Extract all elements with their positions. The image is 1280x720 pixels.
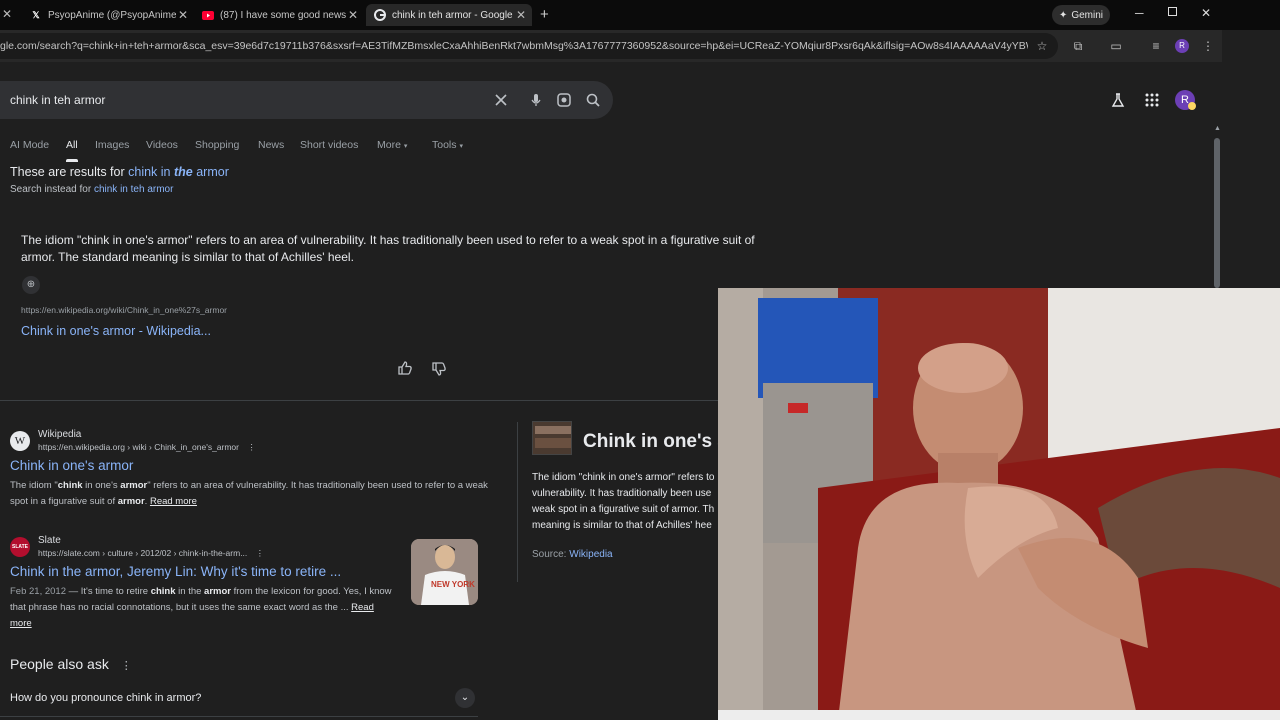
divider bbox=[0, 400, 718, 401]
tab-x[interactable]: 𝕏 PsyopAnime (@PsyopAnime) / ✕ bbox=[22, 4, 194, 26]
tab-strip: ✕ 𝕏 PsyopAnime (@PsyopAnime) / ✕ (87) I … bbox=[0, 0, 1280, 30]
labs-flask-icon[interactable] bbox=[1110, 92, 1126, 108]
panel-source: Source: Wikipedia bbox=[532, 549, 613, 560]
featured-snippet-text: The idiom "chink in one's armor" refers … bbox=[21, 233, 755, 264]
media-control-icon[interactable]: ≡ bbox=[1148, 38, 1164, 54]
featured-source-url: https://en.wikipedia.org/wiki/Chink_in_o… bbox=[21, 305, 227, 315]
panel-image bbox=[533, 422, 571, 454]
cast-icon[interactable]: ▭ bbox=[1108, 38, 1124, 54]
tab-close-icon[interactable]: ✕ bbox=[176, 8, 190, 22]
youtube-icon bbox=[202, 9, 214, 21]
panel-divider bbox=[517, 422, 518, 582]
panel-title: Chink in one's a bbox=[583, 431, 728, 452]
paa-question[interactable]: How do you pronounce chink in armor? bbox=[10, 692, 478, 704]
x-logo-icon: 𝕏 bbox=[32, 9, 40, 20]
read-more-link[interactable]: Read more bbox=[150, 496, 197, 507]
search-input[interactable]: chink in teh armor bbox=[10, 93, 105, 107]
close-window-icon[interactable]: ✕ bbox=[1201, 6, 1211, 20]
tab-close-icon[interactable]: ✕ bbox=[514, 8, 528, 22]
tab-images[interactable]: Images bbox=[95, 139, 129, 151]
scroll-up-arrow-icon[interactable]: ▲ bbox=[1214, 125, 1221, 132]
result-thumbnail[interactable]: NEW YORK bbox=[411, 539, 478, 605]
webcam-overlay bbox=[718, 288, 1280, 720]
tab-videos[interactable]: Videos bbox=[146, 139, 178, 151]
menu-dots-icon[interactable]: ⋮ bbox=[1200, 38, 1216, 54]
browser-toolbar: gle.com/search?q=chink+in+teh+armor&sca_… bbox=[0, 30, 1222, 62]
address-bar[interactable]: gle.com/search?q=chink+in+teh+armor&sca_… bbox=[0, 33, 1058, 59]
spelling-correction: These are results for chink in the armor bbox=[10, 165, 229, 179]
svg-text:NEW YORK: NEW YORK bbox=[431, 580, 475, 589]
result-site-name: Wikipedia bbox=[38, 429, 82, 440]
tab-google-search[interactable]: chink in teh armor - Google Se ✕ bbox=[366, 4, 532, 26]
new-tab-icon[interactable]: + bbox=[540, 6, 549, 23]
apps-grid-icon[interactable] bbox=[1145, 93, 1159, 107]
result-site-name: Slate bbox=[38, 535, 61, 546]
lens-icon[interactable] bbox=[555, 91, 573, 109]
thumbs-up-icon[interactable] bbox=[397, 360, 413, 376]
gemini-icon: ✦ bbox=[1058, 9, 1068, 21]
restore-icon[interactable] bbox=[1168, 7, 1177, 16]
webcam-feed bbox=[718, 288, 1280, 720]
tab-ai-mode[interactable]: AI Mode bbox=[10, 139, 49, 151]
divider bbox=[0, 716, 478, 717]
tab-close-icon[interactable]: ✕ bbox=[346, 8, 360, 22]
google-icon bbox=[374, 9, 386, 21]
result-snippet: Feb 21, 2012 — It's time to retire chink… bbox=[10, 586, 392, 629]
bookmark-star-icon[interactable]: ☆ bbox=[1034, 38, 1050, 54]
tab-shopping[interactable]: Shopping bbox=[195, 139, 239, 151]
active-tab-indicator bbox=[66, 159, 78, 162]
search-box[interactable]: chink in teh armor bbox=[0, 81, 613, 119]
microphone-icon[interactable] bbox=[527, 91, 545, 109]
corrected-query-link[interactable]: chink in the armor bbox=[128, 165, 229, 179]
tab-youtube[interactable]: (87) I have some good news an ✕ bbox=[194, 4, 364, 26]
wikipedia-favicon: W bbox=[10, 431, 30, 451]
more-options-icon[interactable]: ⋮ bbox=[247, 442, 256, 452]
globe-icon[interactable]: ⊕ bbox=[22, 276, 40, 294]
people-also-ask-heading: People also ask ⋮ bbox=[10, 656, 132, 672]
more-options-icon[interactable]: ⋮ bbox=[256, 548, 265, 558]
thumbs-down-icon[interactable] bbox=[431, 361, 447, 377]
more-options-icon[interactable]: ⋮ bbox=[121, 660, 132, 672]
url-text[interactable]: gle.com/search?q=chink+in+teh+armor&sca_… bbox=[0, 40, 1028, 52]
panel-source-link[interactable]: Wikipedia bbox=[569, 549, 612, 560]
tab-all[interactable]: All bbox=[66, 139, 78, 151]
jersey-photo: NEW YORK bbox=[411, 539, 478, 605]
result-title-link[interactable]: Chink in one's armor bbox=[10, 458, 133, 473]
result-url: https://en.wikipedia.org › wiki › Chink_… bbox=[38, 442, 256, 452]
gemini-button[interactable]: ✦ Gemini bbox=[1052, 5, 1110, 25]
profile-avatar[interactable]: R bbox=[1175, 39, 1189, 53]
tab-tools[interactable]: Tools ▾ bbox=[432, 139, 463, 151]
chevron-down-icon: ▾ bbox=[459, 143, 463, 150]
original-query-link[interactable]: chink in teh armor bbox=[94, 184, 173, 195]
tab-short-videos[interactable]: Short videos bbox=[300, 139, 358, 151]
tab-news[interactable]: News bbox=[258, 139, 284, 151]
chevron-down-icon[interactable]: ⌄ bbox=[455, 688, 475, 708]
panel-thumbnail[interactable] bbox=[532, 421, 572, 455]
search-icon[interactable] bbox=[584, 91, 602, 109]
minimize-icon[interactable]: ─ bbox=[1135, 6, 1144, 20]
scrollbar-thumb[interactable] bbox=[1214, 138, 1220, 288]
result-title-link[interactable]: Chink in the armor, Jeremy Lin: Why it's… bbox=[10, 564, 341, 579]
tab-close-icon[interactable]: ✕ bbox=[2, 7, 12, 21]
chevron-down-icon: ▾ bbox=[403, 143, 408, 150]
account-warning-badge bbox=[1188, 102, 1196, 110]
extensions-icon[interactable]: ⧉ bbox=[1070, 38, 1086, 54]
tab-more[interactable]: More ▾ bbox=[377, 139, 407, 151]
clear-icon[interactable] bbox=[492, 91, 510, 109]
slate-favicon: SLATE bbox=[10, 537, 30, 557]
search-instead: Search instead for chink in teh armor bbox=[10, 184, 174, 195]
featured-source-link[interactable]: Chink in one's armor - Wikipedia... bbox=[21, 324, 211, 338]
result-snippet: The idiom "chink in one's armor" refers … bbox=[10, 480, 488, 507]
result-url: https://slate.com › culture › 2012/02 › … bbox=[38, 548, 265, 558]
panel-description: The idiom "chink in one's armor" refers … bbox=[532, 472, 715, 531]
